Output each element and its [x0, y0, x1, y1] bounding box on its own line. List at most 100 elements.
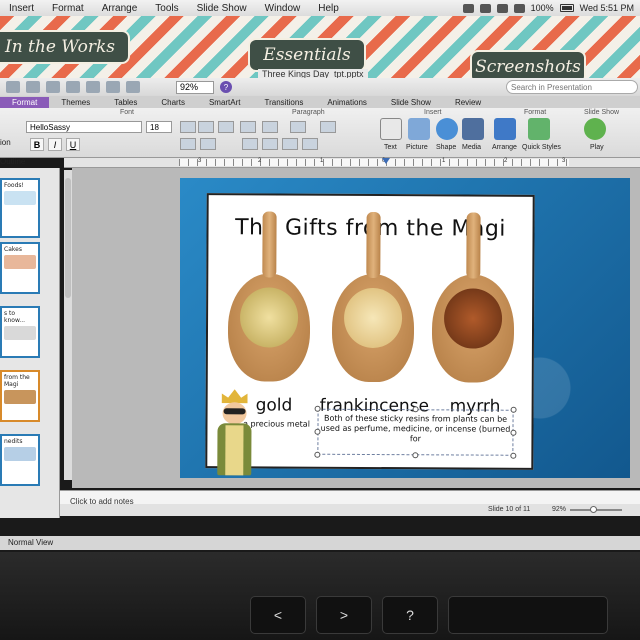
- clear-format-icon[interactable]: [218, 121, 234, 133]
- slide-thumbnail[interactable]: Cakes: [0, 242, 40, 294]
- frankincense-spoon-image[interactable]: [331, 273, 415, 383]
- search-field[interactable]: [506, 80, 638, 94]
- menu-help[interactable]: Help: [309, 3, 348, 14]
- help-icon[interactable]: ?: [220, 81, 232, 93]
- menu-clock[interactable]: Wed 5:51 PM: [580, 3, 634, 13]
- bold-button[interactable]: B: [30, 138, 44, 151]
- bullets-icon[interactable]: [240, 121, 256, 133]
- resize-handle[interactable]: [510, 406, 517, 413]
- print-icon[interactable]: [66, 81, 80, 93]
- shrink-font-icon[interactable]: [198, 121, 214, 133]
- open-icon[interactable]: [26, 81, 40, 93]
- menu-insert[interactable]: Insert: [0, 3, 43, 14]
- status-icon[interactable]: [462, 3, 474, 13]
- indent-icon[interactable]: [290, 121, 306, 133]
- outline-scrollbar[interactable]: [64, 170, 72, 480]
- resize-handle[interactable]: [412, 452, 419, 459]
- shape-icon[interactable]: [436, 118, 458, 140]
- bluetooth-icon[interactable]: [479, 3, 491, 13]
- text-highlight-icon[interactable]: [180, 138, 196, 150]
- slide-editor-canvas[interactable]: The Gifts from the Magi gold a precious …: [72, 168, 640, 488]
- tab-charts[interactable]: Charts: [149, 97, 197, 108]
- underline-button[interactable]: U: [66, 138, 80, 151]
- menu-slide-show[interactable]: Slide Show: [188, 3, 256, 14]
- resize-handle[interactable]: [412, 406, 419, 413]
- slide-thumbnail-current[interactable]: from the Magi: [0, 370, 40, 422]
- tab-smartart[interactable]: SmartArt: [197, 97, 253, 108]
- new-icon[interactable]: [6, 81, 20, 93]
- gallery-icon[interactable]: [126, 81, 140, 93]
- align-center-icon[interactable]: [262, 138, 278, 150]
- tab-themes[interactable]: Themes: [49, 97, 102, 108]
- desktop-banner-in-the-works[interactable]: In the Works: [0, 30, 130, 64]
- resize-handle[interactable]: [510, 429, 517, 436]
- gift-label-gold[interactable]: gold: [256, 395, 293, 415]
- resize-handle[interactable]: [510, 452, 517, 459]
- slide-thumbnail[interactable]: Foods!: [0, 178, 40, 238]
- shape-button-label[interactable]: Shape: [436, 144, 456, 151]
- desktop-banner-essentials[interactable]: Essentials: [248, 38, 366, 72]
- resize-handle[interactable]: [314, 428, 321, 435]
- thumbnail-image: [4, 447, 36, 461]
- myrrh-spoon-image[interactable]: [431, 274, 515, 383]
- shared-description[interactable]: Both of these sticky resins from plants …: [320, 414, 511, 445]
- wise-man-clipart[interactable]: [211, 389, 259, 479]
- sunglasses-icon: [223, 408, 246, 415]
- save-icon[interactable]: [46, 81, 60, 93]
- menu-tools[interactable]: Tools: [146, 3, 187, 14]
- font-name-select[interactable]: HelloSassy: [26, 121, 142, 133]
- picture-button-label[interactable]: Picture: [406, 144, 428, 151]
- menu-format[interactable]: Format: [43, 3, 93, 14]
- outline-title[interactable]: Outline: [0, 157, 25, 166]
- italic-button[interactable]: I: [48, 138, 62, 151]
- tab-format[interactable]: Format: [0, 97, 50, 108]
- redo-icon[interactable]: [106, 81, 120, 93]
- resize-handle[interactable]: [314, 451, 321, 458]
- text-button-label[interactable]: Text: [384, 144, 397, 151]
- picture-icon[interactable]: [408, 118, 430, 140]
- grow-font-icon[interactable]: [180, 121, 196, 133]
- align-right-icon[interactable]: [282, 138, 298, 150]
- tab-tables[interactable]: Tables: [102, 97, 149, 108]
- tab-slide-show[interactable]: Slide Show: [379, 97, 443, 108]
- gold-spoon-image[interactable]: [227, 273, 311, 382]
- text-box-icon[interactable]: [380, 118, 402, 140]
- tab-review[interactable]: Review: [443, 97, 493, 108]
- menu-window[interactable]: Window: [256, 3, 310, 14]
- play-button-label[interactable]: Play: [590, 144, 604, 151]
- tab-animations[interactable]: Animations: [315, 97, 379, 108]
- justify-icon[interactable]: [302, 138, 318, 150]
- arrange-icon[interactable]: [494, 118, 516, 140]
- volume-icon[interactable]: [513, 3, 525, 13]
- battery-icon[interactable]: [559, 4, 574, 12]
- slide-thumbnail[interactable]: nedits: [0, 434, 40, 486]
- arrange-button-label[interactable]: Arrange: [492, 144, 517, 151]
- align-left-icon[interactable]: [242, 138, 258, 150]
- zoom-slider[interactable]: [570, 506, 622, 513]
- slide[interactable]: The Gifts from the Magi gold a precious …: [180, 178, 630, 478]
- slide-thumbnail[interactable]: s to know...: [0, 306, 40, 358]
- zoom-select[interactable]: 92%: [176, 80, 214, 94]
- font-color-icon[interactable]: [200, 138, 216, 150]
- search-input[interactable]: [511, 82, 621, 92]
- media-icon[interactable]: [462, 118, 484, 140]
- scrollbar-thumb[interactable]: [65, 178, 71, 298]
- ruler-indent-marker[interactable]: [382, 158, 390, 164]
- ruler-number: 2: [504, 158, 508, 164]
- quick-styles-button-label[interactable]: Quick Styles: [522, 144, 561, 151]
- numbering-icon[interactable]: [262, 121, 278, 133]
- menu-arrange[interactable]: Arrange: [93, 3, 147, 14]
- font-size-select[interactable]: 18: [146, 121, 172, 133]
- selected-text-box[interactable]: Both of these sticky resins from plants …: [314, 405, 517, 459]
- wifi-icon[interactable]: [496, 3, 508, 13]
- resize-handle[interactable]: [314, 405, 321, 412]
- play-icon[interactable]: [584, 118, 606, 140]
- horizontal-ruler[interactable]: 3 2 1 0 1 2 3: [64, 158, 640, 168]
- zoom-slider-knob[interactable]: [590, 506, 597, 513]
- undo-icon[interactable]: [86, 81, 100, 93]
- tab-transitions[interactable]: Transitions: [253, 97, 316, 108]
- line-spacing-icon[interactable]: [320, 121, 336, 133]
- media-button-label[interactable]: Media: [462, 144, 481, 151]
- view-mode-label[interactable]: Normal View: [8, 538, 53, 547]
- quick-styles-icon[interactable]: [528, 118, 550, 140]
